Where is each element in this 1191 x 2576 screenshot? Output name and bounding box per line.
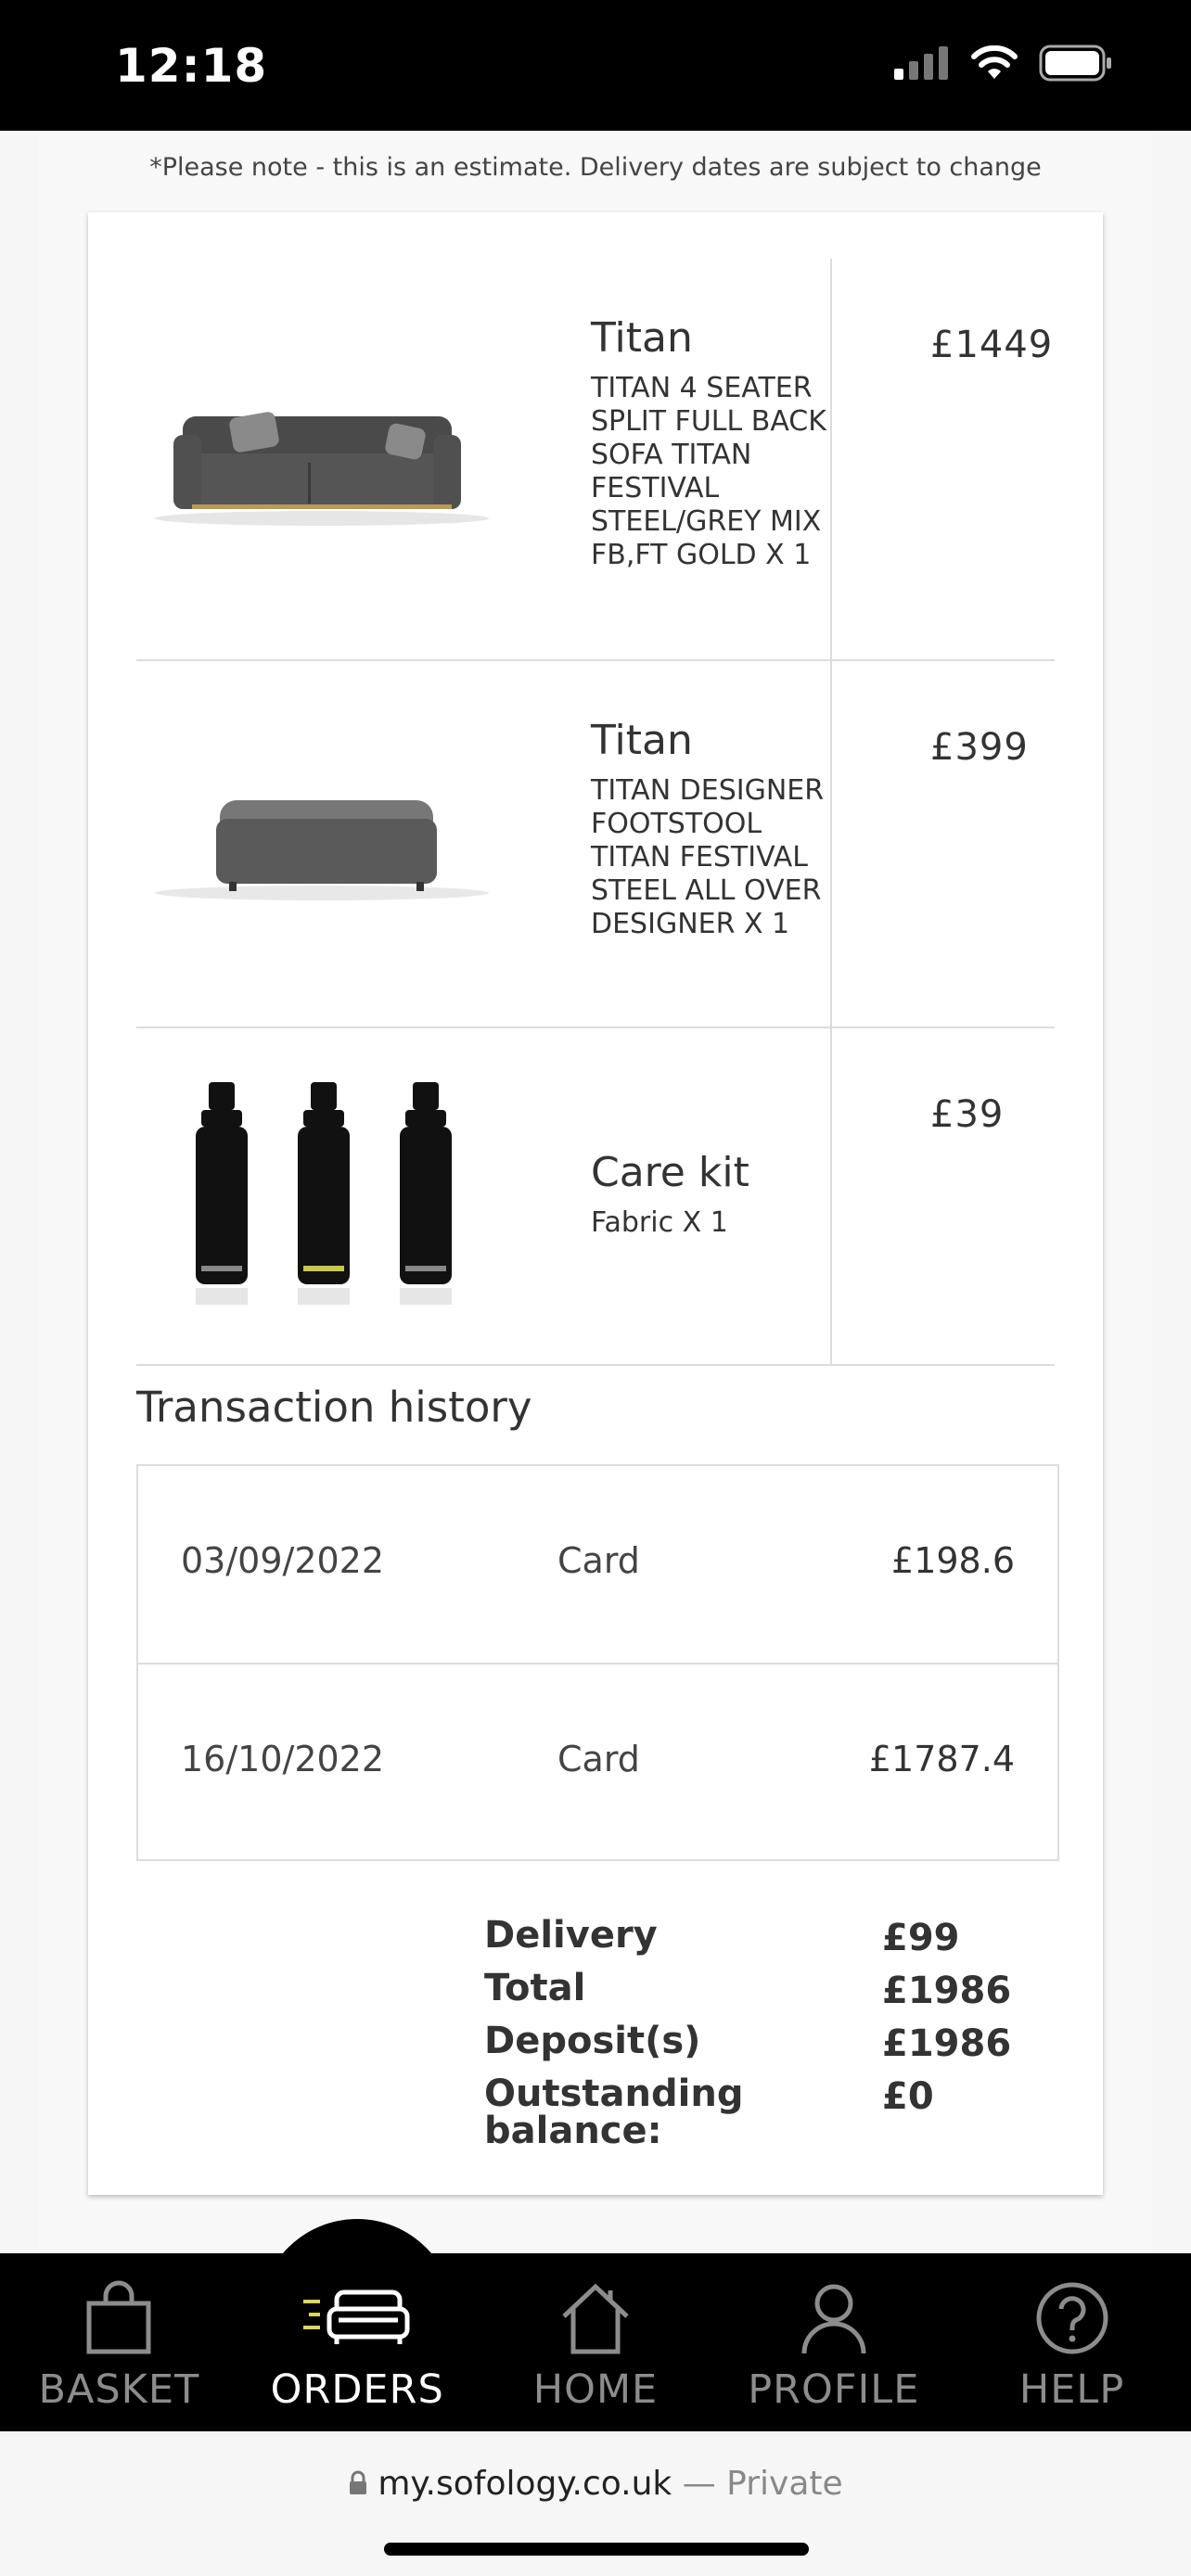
item-name: Titan [591, 717, 693, 764]
item-name: Care kit [591, 1149, 749, 1196]
tab-help[interactable]: HELP [953, 2253, 1191, 2431]
item-price: £1449 [930, 324, 1054, 366]
tab-label: ORDERS [270, 2366, 444, 2413]
deposits-label: Deposit(s) [484, 2020, 701, 2062]
status-bar: 12:18 [0, 0, 1191, 131]
url-domain: my.sofology.co.uk [378, 2465, 672, 2503]
private-mode-label: — Private [682, 2465, 843, 2503]
transaction-date: 03/09/2022 [181, 1540, 385, 1581]
tab-label: HELP [1018, 2366, 1125, 2413]
total-label: Total [484, 1967, 586, 2009]
item-description: TITAN 4 SEATER SPLIT FULL BACK SOFA TITA… [591, 372, 826, 571]
sofa-icon [303, 2289, 410, 2344]
tab-profile[interactable]: PROFILE [714, 2253, 953, 2431]
bag-icon [86, 2280, 151, 2354]
transaction-history-table: 03/09/2022 Card £198.6 16/10/2022 Card £… [136, 1464, 1059, 1861]
page: 12:18 *Please note - this is an estimate… [0, 0, 1191, 2576]
transaction-date: 16/10/2022 [181, 1739, 385, 1779]
cellular-signal-icon [894, 46, 948, 80]
table-row: 16/10/2022 Card £1787.4 [138, 1663, 1057, 1859]
transaction-method: Card [557, 1540, 640, 1581]
order-item-row: Titan TITAN DESIGNER FOOTSTOOL TITAN FES… [136, 661, 1055, 1028]
transaction-amount: £198.6 [891, 1540, 1015, 1581]
tab-home[interactable]: HOME [477, 2253, 715, 2431]
url-display[interactable]: my.sofology.co.uk — Private [0, 2465, 1191, 2503]
order-items-card: Titan TITAN 4 SEATER SPLIT FULL BACK SOF… [88, 212, 1103, 2195]
bottom-tab-bar: BASKET ORDERS HOME PROFILE HELP [0, 2253, 1191, 2431]
tab-orders[interactable]: ORDERS [238, 2253, 477, 2431]
battery-icon [1039, 45, 1111, 82]
order-item-row: Care kit Fabric X 1 £39 [136, 1028, 1055, 1366]
care-kit-product-image [196, 1082, 452, 1305]
order-item-row: Titan TITAN 4 SEATER SPLIT FULL BACK SOF… [136, 259, 1055, 661]
wifi-icon [971, 45, 1018, 79]
tab-basket[interactable]: BASKET [0, 2253, 238, 2431]
item-price: £39 [930, 1093, 1005, 1136]
outstanding-balance-value: £0 [882, 2075, 934, 2118]
status-time: 12:18 [115, 39, 268, 93]
table-row: 03/09/2022 Card £198.6 [138, 1466, 1057, 1663]
item-name: Titan [591, 314, 693, 362]
help-icon [1036, 2282, 1108, 2354]
item-description: TITAN DESIGNER FOOTSTOOL TITAN FESTIVAL … [591, 774, 825, 940]
lock-icon [350, 2470, 367, 2494]
order-details-scroll-area[interactable]: *Please note - this is an estimate. Deli… [0, 131, 1191, 2253]
transaction-history-title: Transaction history [136, 1383, 532, 1432]
profile-icon [801, 2284, 866, 2354]
item-price: £399 [930, 726, 1029, 769]
column-divider [830, 1028, 832, 1364]
footstool-product-image [155, 800, 489, 900]
tab-label: BASKET [38, 2366, 200, 2413]
total-value: £1986 [882, 1970, 1012, 2012]
home-indicator [384, 2543, 809, 2556]
outstanding-balance-label: Outstanding balance: [484, 2072, 744, 2152]
home-icon [562, 2283, 629, 2354]
delivery-label: Delivery [484, 1914, 658, 1957]
status-icons [894, 45, 1113, 82]
tab-label: HOME [532, 2366, 659, 2413]
item-description: Fabric X 1 [591, 1206, 728, 1239]
sofa-product-image [155, 412, 489, 526]
deposits-value: £1986 [882, 2022, 1012, 2065]
tab-label: PROFILE [748, 2366, 920, 2413]
delivery-value: £99 [882, 1917, 960, 1959]
delivery-estimate-note: *Please note - this is an estimate. Deli… [149, 153, 1042, 182]
transaction-method: Card [557, 1739, 640, 1779]
transaction-amount: £1787.4 [868, 1739, 1015, 1779]
browser-address-bar[interactable]: my.sofology.co.uk — Private [0, 2431, 1191, 2576]
